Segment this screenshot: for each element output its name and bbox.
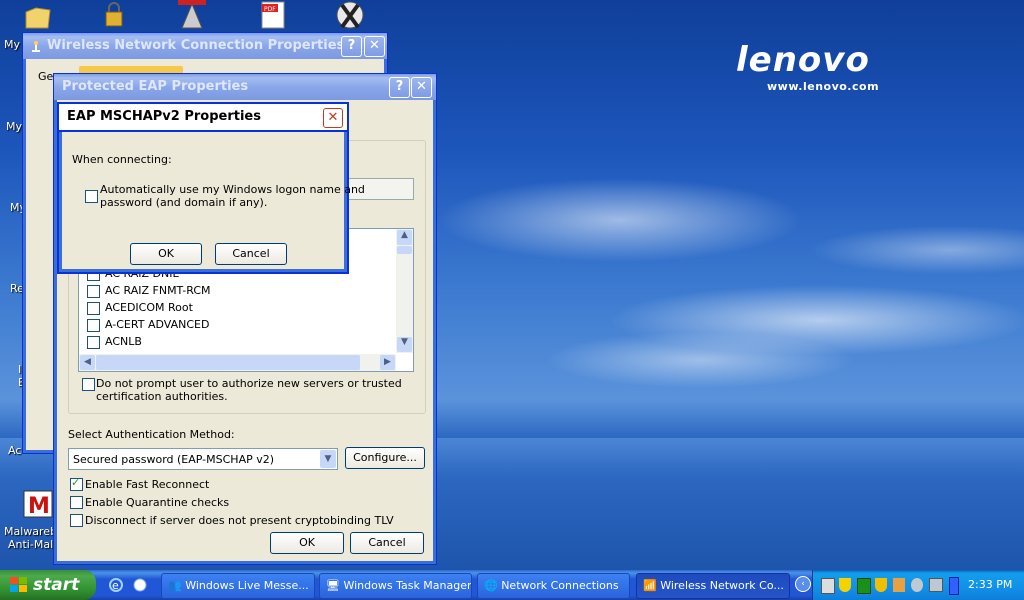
battery-icon[interactable] xyxy=(949,577,959,595)
wireless-window-titlebar[interactable]: Wireless Network Connection Properties xyxy=(23,33,387,59)
close-button[interactable]: ✕ xyxy=(411,77,432,98)
quarantine-label: Enable Quarantine checks xyxy=(85,496,230,509)
task-task-manager[interactable]: 🖥 Windows Task Manager xyxy=(319,573,472,599)
fast-reconnect-checkbox[interactable] xyxy=(70,476,83,491)
close-button[interactable]: ✕ xyxy=(323,108,343,128)
lock-app-icon[interactable] xyxy=(98,0,130,30)
scroll-down-arrow-icon[interactable]: ▼ xyxy=(397,337,412,352)
x-app-icon[interactable] xyxy=(334,0,366,30)
monitor-icon[interactable] xyxy=(929,578,943,592)
auto-logon-checkbox[interactable] xyxy=(85,190,98,203)
desktop-icon-label[interactable]: I xyxy=(18,363,21,376)
svg-text:PDF: PDF xyxy=(264,6,276,13)
window-title: Wireless Network Connection Properties xyxy=(47,38,345,53)
documents-folder-icon[interactable] xyxy=(22,2,54,32)
window-title: Protected EAP Properties xyxy=(62,79,249,94)
lenovo-url: www.lenovo.com xyxy=(767,80,880,93)
lenovo-logo: lenovo xyxy=(736,40,870,80)
task-wireless-network[interactable]: 📶 Wireless Network Co... xyxy=(636,573,790,599)
do-not-prompt-label: Do not prompt user to authorize new serv… xyxy=(96,377,402,390)
fast-reconnect-label: Enable Fast Reconnect xyxy=(85,478,210,491)
tray-icon[interactable] xyxy=(911,578,923,592)
network-tray-icon[interactable] xyxy=(821,578,835,594)
desktop-icon-label[interactable]: Ac xyxy=(8,444,21,457)
cert-checkbox[interactable] xyxy=(87,319,100,332)
auth-method-select[interactable]: Secured password (EAP-MSCHAP v2) ▼ xyxy=(68,448,338,470)
start-button[interactable]: start xyxy=(0,570,96,600)
task-network-connections[interactable]: 🌐 Network Connections xyxy=(477,573,630,599)
scroll-thumb[interactable] xyxy=(96,355,360,370)
do-not-prompt-checkbox[interactable] xyxy=(82,378,95,391)
auto-logon-label: Automatically use my Windows logon name … xyxy=(100,183,365,196)
show-hidden-icons-chevron-icon[interactable]: ‹ xyxy=(795,576,811,592)
cert-checkbox[interactable] xyxy=(87,336,100,349)
vertical-scrollbar[interactable]: ▲ ▼ xyxy=(396,229,413,353)
tab-general[interactable]: Ge xyxy=(38,70,53,83)
desktop-icon-label[interactable]: Malwareb xyxy=(4,525,57,538)
cert-item[interactable]: AC RAIZ FNMT-RCM xyxy=(105,284,211,297)
network-connections-icon: 🌐 xyxy=(484,579,498,592)
cert-item[interactable]: A-CERT ADVANCED xyxy=(105,318,209,331)
clock[interactable]: 2:33 PM xyxy=(968,570,1012,600)
title-divider xyxy=(59,130,347,132)
svg-text:e: e xyxy=(112,579,119,592)
app-shortcut-icon[interactable] xyxy=(176,0,208,30)
messenger-icon: 👥 xyxy=(168,579,182,592)
auth-method-value: Secured password (EAP-MSCHAP v2) xyxy=(73,453,275,466)
ok-button[interactable]: OK xyxy=(130,243,202,265)
app-tray-icon[interactable] xyxy=(857,578,871,594)
task-label: Windows Live Messe... xyxy=(185,579,309,592)
horizontal-scrollbar[interactable]: ◀ ▶ xyxy=(79,354,396,371)
task-messenger[interactable]: 👥 Windows Live Messe... xyxy=(161,573,315,599)
wireless-icon: 📶 xyxy=(643,579,657,592)
system-tray: ‹ 2:33 PM xyxy=(795,570,1024,600)
select-auth-label: Select Authentication Method: xyxy=(68,428,235,441)
scroll-up-arrow-icon[interactable]: ▲ xyxy=(397,230,412,245)
scroll-thumb[interactable] xyxy=(397,246,412,254)
cryptobinding-label: Disconnect if server does not present cr… xyxy=(85,514,394,527)
task-label: Network Connections xyxy=(501,579,619,592)
configure-button[interactable]: Configure... xyxy=(345,447,425,469)
malwarebytes-icon[interactable]: M xyxy=(22,489,54,519)
mschapv2-titlebar[interactable]: EAP MSCHAPv2 Properties xyxy=(59,104,347,130)
close-button[interactable]: ✕ xyxy=(364,36,385,57)
pdf-icon[interactable]: PDF xyxy=(256,0,288,30)
cancel-button[interactable]: Cancel xyxy=(215,243,287,265)
scroll-right-arrow-icon[interactable]: ▶ xyxy=(380,355,395,370)
task-label: Windows Task Manager xyxy=(343,579,472,592)
when-connecting-label: When connecting: xyxy=(72,153,172,166)
task-manager-icon: 🖥 xyxy=(326,579,340,592)
help-button[interactable]: ? xyxy=(389,77,410,98)
chevron-down-icon[interactable]: ▼ xyxy=(320,450,336,468)
dialog-title: EAP MSCHAPv2 Properties xyxy=(67,109,261,124)
shield-icon[interactable] xyxy=(839,578,851,592)
cryptobinding-checkbox[interactable] xyxy=(70,514,83,527)
do-not-prompt-label: certification authorities. xyxy=(96,390,228,403)
wireless-icon xyxy=(32,41,40,52)
mschapv2-dialog: EAP MSCHAPv2 Properties ✕ When connectin… xyxy=(57,102,365,274)
scroll-left-arrow-icon[interactable]: ◀ xyxy=(80,355,95,370)
security-shield-icon[interactable] xyxy=(875,578,887,592)
task-label: Wireless Network Co... xyxy=(660,579,784,592)
quicklaunch-icon[interactable] xyxy=(132,577,148,593)
ie-quicklaunch-icon[interactable]: e xyxy=(108,577,124,593)
tray-icon[interactable] xyxy=(893,578,905,592)
help-button[interactable]: ? xyxy=(341,36,362,57)
ok-button[interactable]: OK xyxy=(270,532,344,554)
windows-logo-icon xyxy=(10,577,27,592)
cert-item[interactable]: ACEDICOM Root xyxy=(105,301,193,314)
svg-text:M: M xyxy=(28,494,50,519)
quarantine-checkbox[interactable] xyxy=(70,496,83,509)
taskbar: start e 👥 Windows Live Messe... 🖥 Window… xyxy=(0,570,1024,600)
cert-item[interactable]: ACNLB xyxy=(105,335,142,348)
cancel-button[interactable]: Cancel xyxy=(350,532,424,554)
start-label: start xyxy=(33,575,80,595)
cert-checkbox[interactable] xyxy=(87,302,100,315)
desktop-icon-label[interactable]: My xyxy=(6,120,22,133)
auto-logon-label: password (and domain if any). xyxy=(100,196,268,209)
peap-window-titlebar[interactable]: Protected EAP Properties xyxy=(54,74,436,100)
cert-checkbox[interactable] xyxy=(87,285,100,298)
